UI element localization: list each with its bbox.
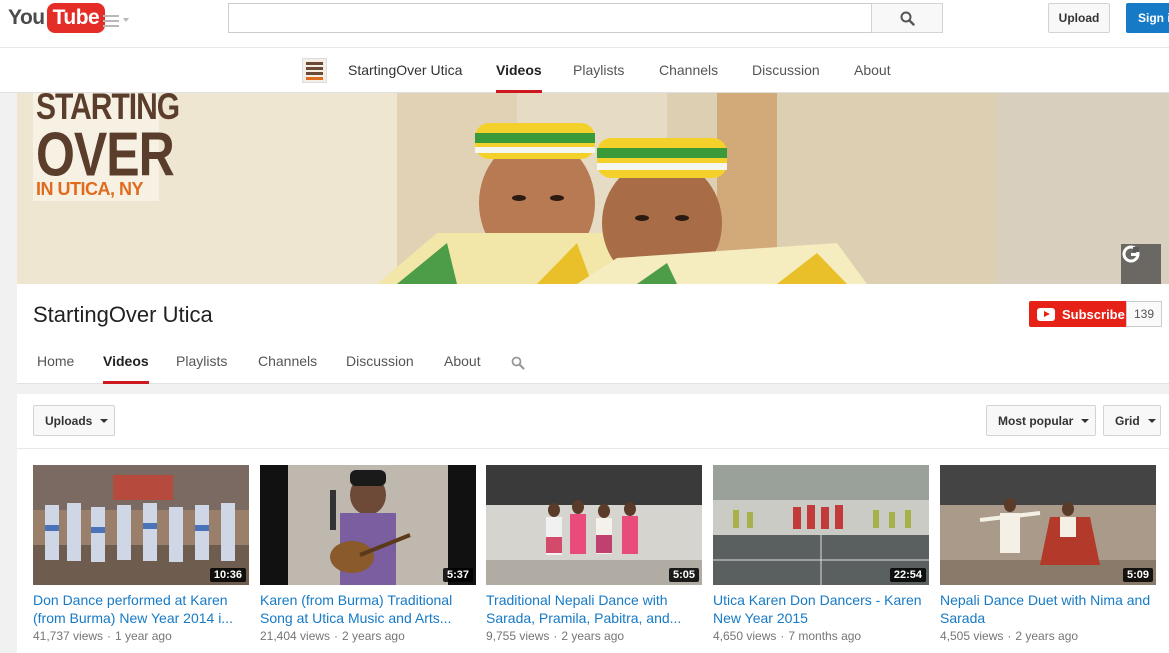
top-nav-about[interactable]: About bbox=[854, 48, 891, 93]
caret-down-icon bbox=[1147, 418, 1156, 423]
video-age: 7 months ago bbox=[788, 629, 862, 643]
subscriber-count: 139 bbox=[1126, 301, 1162, 327]
view-dropdown[interactable]: Grid bbox=[1103, 405, 1161, 436]
search-input[interactable] bbox=[228, 3, 872, 33]
google-plus-icon bbox=[1122, 245, 1140, 263]
video-title-link[interactable]: Traditional Nepali Dance with Sarada, Pr… bbox=[486, 591, 702, 627]
video-age: 1 year ago bbox=[115, 629, 172, 643]
search-icon bbox=[511, 356, 525, 370]
video-duration: 5:37 bbox=[442, 568, 473, 582]
video-thumbnail[interactable]: 5:09 bbox=[940, 465, 1156, 585]
video-meta: 4,650 views · 7 months ago bbox=[713, 629, 862, 643]
content-toolbar: Uploads Most popular Grid bbox=[17, 394, 1169, 449]
video-card[interactable]: 5:05 Traditional Nepali Dance with Sarad… bbox=[486, 465, 702, 643]
video-title-link[interactable]: Nepali Dance Duet with Nima and Sarada bbox=[940, 591, 1156, 627]
video-duration: 5:09 bbox=[1122, 568, 1153, 582]
subscribe-button[interactable]: Subscribe bbox=[1029, 301, 1126, 327]
uploads-dropdown[interactable]: Uploads bbox=[33, 405, 115, 436]
video-title-link[interactable]: Karen (from Burma) Traditional Song at U… bbox=[260, 591, 476, 627]
video-title-link[interactable]: Don Dance performed at Karen (from Burma… bbox=[33, 591, 249, 627]
starting-over-logo: STARTING OVER IN UTICA, NY bbox=[33, 93, 180, 201]
channel-header: StartingOver Utica Subscribe 139 Home Vi… bbox=[17, 284, 1169, 384]
video-duration: 10:36 bbox=[209, 568, 246, 582]
top-nav-channel-name[interactable]: StartingOver Utica bbox=[348, 48, 462, 93]
video-title-link[interactable]: Utica Karen Don Dancers - Karen New Year… bbox=[713, 591, 929, 627]
sort-dropdown-label: Most popular bbox=[998, 413, 1074, 428]
guide-menu-icon[interactable] bbox=[103, 13, 131, 29]
video-duration: 22:54 bbox=[889, 568, 926, 582]
channel-title[interactable]: StartingOver Utica bbox=[33, 302, 213, 328]
tab-discussion[interactable]: Discussion bbox=[346, 340, 414, 384]
banner-photo bbox=[17, 93, 1169, 284]
search-icon bbox=[900, 11, 915, 26]
logo-tube-text: Tube bbox=[46, 2, 106, 33]
sort-dropdown[interactable]: Most popular bbox=[986, 405, 1096, 436]
youtube-play-icon bbox=[1037, 307, 1055, 321]
channel-banner: STARTING OVER IN UTICA, NY bbox=[17, 93, 1169, 284]
video-views: 9,755 views bbox=[486, 629, 550, 643]
video-views: 21,404 views bbox=[260, 629, 331, 643]
video-views: 41,737 views bbox=[33, 629, 104, 643]
banner-logo-line3: IN UTICA, NY bbox=[36, 179, 144, 199]
channel-avatar[interactable] bbox=[302, 58, 327, 83]
tab-channels[interactable]: Channels bbox=[258, 340, 317, 384]
view-dropdown-label: Grid bbox=[1115, 413, 1140, 428]
youtube-logo[interactable]: You Tube bbox=[8, 2, 106, 33]
video-thumbnail[interactable]: 5:05 bbox=[486, 465, 702, 585]
logo-you-text: You bbox=[8, 5, 45, 29]
video-duration: 5:05 bbox=[668, 568, 699, 582]
channel-sticky-nav: StartingOver Utica Videos Playlists Chan… bbox=[0, 48, 1169, 93]
masthead: You Tube Upload Sign in bbox=[0, 0, 1169, 48]
videos-content: Uploads Most popular Grid 10:36 Don Danc… bbox=[17, 394, 1169, 653]
top-nav-playlists[interactable]: Playlists bbox=[573, 48, 624, 93]
google-plus-link[interactable] bbox=[1121, 244, 1161, 284]
video-meta: 4,505 views · 2 years ago bbox=[940, 629, 1079, 643]
video-thumbnail[interactable]: 22:54 bbox=[713, 465, 929, 585]
search-button[interactable] bbox=[871, 3, 943, 33]
uploads-dropdown-label: Uploads bbox=[45, 413, 93, 428]
video-card[interactable]: 10:36 Don Dance performed at Karen (from… bbox=[33, 465, 249, 643]
video-card[interactable]: 22:54 Utica Karen Don Dancers - Karen Ne… bbox=[713, 465, 929, 643]
caret-down-icon bbox=[1081, 418, 1090, 423]
video-card[interactable]: 5:09 Nepali Dance Duet with Nima and Sar… bbox=[940, 465, 1156, 643]
video-age: 2 years ago bbox=[561, 629, 625, 643]
tab-about[interactable]: About bbox=[444, 340, 481, 384]
video-age: 2 years ago bbox=[342, 629, 405, 643]
tab-playlists[interactable]: Playlists bbox=[176, 340, 227, 384]
video-meta: 41,737 views · 1 year ago bbox=[33, 629, 172, 643]
upload-button[interactable]: Upload bbox=[1048, 3, 1110, 33]
channel-search-button[interactable] bbox=[511, 356, 525, 375]
tab-home[interactable]: Home bbox=[37, 340, 74, 384]
video-meta: 9,755 views · 2 years ago bbox=[486, 629, 625, 643]
video-thumbnail[interactable]: 5:37 bbox=[260, 465, 476, 585]
video-card[interactable]: 5:37 Karen (from Burma) Traditional Song… bbox=[260, 465, 476, 643]
banner-logo-line2: OVER bbox=[36, 119, 175, 190]
video-views: 4,505 views bbox=[940, 629, 1004, 643]
top-nav-videos[interactable]: Videos bbox=[496, 48, 542, 93]
video-meta: 21,404 views · 2 years ago bbox=[260, 629, 405, 643]
subscribe-label: Subscribe bbox=[1062, 306, 1125, 322]
video-age: 2 years ago bbox=[1015, 629, 1079, 643]
video-views: 4,650 views bbox=[713, 629, 777, 643]
sign-in-button[interactable]: Sign in bbox=[1126, 3, 1169, 33]
video-thumbnail[interactable]: 10:36 bbox=[33, 465, 249, 585]
tab-videos[interactable]: Videos bbox=[103, 340, 149, 384]
top-nav-discussion[interactable]: Discussion bbox=[752, 48, 820, 93]
caret-down-icon bbox=[100, 418, 109, 423]
top-nav-channels[interactable]: Channels bbox=[659, 48, 718, 93]
